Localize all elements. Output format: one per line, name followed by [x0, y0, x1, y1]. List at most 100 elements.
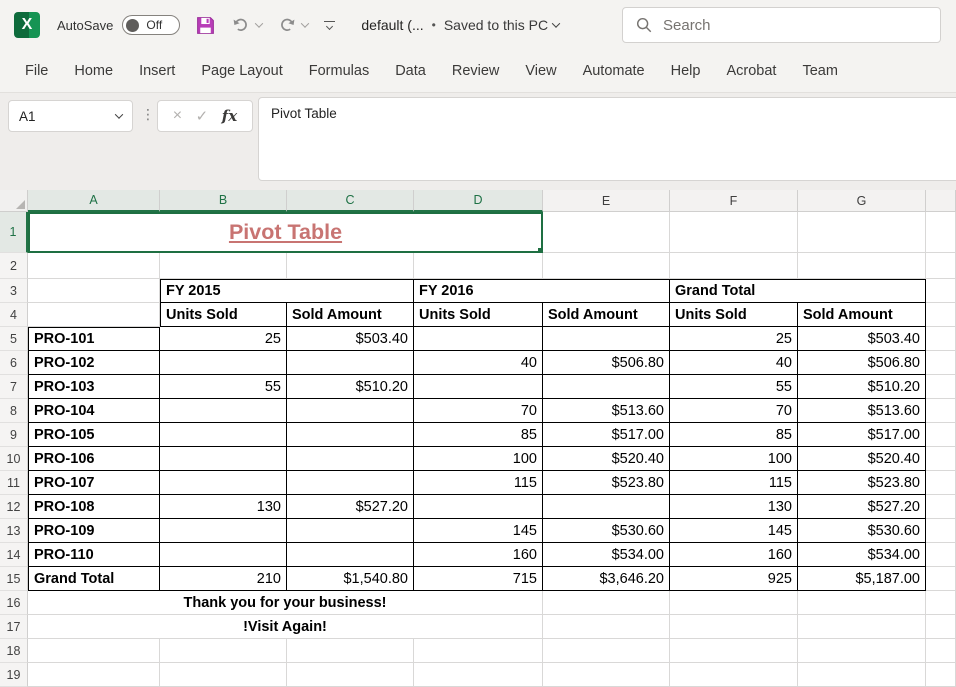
data-cell[interactable]: 115 [670, 471, 798, 495]
sub-header[interactable]: Units Sold [414, 303, 543, 327]
tab-insert[interactable]: Insert [126, 50, 188, 92]
data-cell[interactable]: 25 [160, 327, 287, 351]
undo-button[interactable] [231, 15, 262, 35]
data-cell[interactable]: $530.60 [543, 519, 670, 543]
name-box-chevron-icon[interactable] [115, 110, 123, 118]
data-cell[interactable] [414, 495, 543, 519]
sub-header[interactable]: Sold Amount [543, 303, 670, 327]
cell-a2[interactable] [28, 253, 160, 279]
sub-header[interactable]: Sold Amount [798, 303, 926, 327]
data-cell[interactable]: $517.00 [543, 423, 670, 447]
cell-h1[interactable] [926, 212, 956, 253]
row-label[interactable]: PRO-103 [28, 375, 160, 399]
cell-d18[interactable] [414, 639, 543, 663]
cell-d19[interactable] [414, 663, 543, 687]
data-cell[interactable]: 115 [414, 471, 543, 495]
cell-b19[interactable] [160, 663, 287, 687]
row-label[interactable]: PRO-108 [28, 495, 160, 519]
cell-a19[interactable] [28, 663, 160, 687]
data-cell[interactable] [160, 423, 287, 447]
data-cell[interactable]: 55 [670, 375, 798, 399]
cell-c18[interactable] [287, 639, 414, 663]
name-box[interactable]: A1 [8, 100, 133, 132]
selected-cell-a1[interactable]: Pivot Table [28, 212, 543, 253]
autosave-toggle[interactable]: Off [122, 15, 180, 35]
cell-h15[interactable] [926, 567, 956, 591]
formula-bar-handle-icon[interactable]: ⋮ [141, 106, 155, 123]
cell-g18[interactable] [798, 639, 926, 663]
row-label[interactable]: Grand Total [28, 567, 160, 591]
cell-e17[interactable] [543, 615, 670, 639]
data-cell[interactable]: $3,646.20 [543, 567, 670, 591]
data-cell[interactable] [543, 495, 670, 519]
col-header-c[interactable]: C [287, 190, 414, 212]
data-cell[interactable]: 145 [670, 519, 798, 543]
data-cell[interactable]: 40 [414, 351, 543, 375]
tab-data[interactable]: Data [382, 50, 439, 92]
cell-h12[interactable] [926, 495, 956, 519]
data-cell[interactable]: $510.20 [798, 375, 926, 399]
data-cell[interactable]: 925 [670, 567, 798, 591]
data-cell[interactable]: $517.00 [798, 423, 926, 447]
cell-h18[interactable] [926, 639, 956, 663]
data-cell[interactable]: 70 [414, 399, 543, 423]
cell-h11[interactable] [926, 471, 956, 495]
cell-g16[interactable] [798, 591, 926, 615]
data-cell[interactable]: $520.40 [543, 447, 670, 471]
data-cell[interactable] [160, 447, 287, 471]
row-label[interactable]: PRO-105 [28, 423, 160, 447]
data-cell[interactable]: $520.40 [798, 447, 926, 471]
data-cell[interactable]: 145 [414, 519, 543, 543]
cell-g17[interactable] [798, 615, 926, 639]
data-cell[interactable]: $534.00 [798, 543, 926, 567]
row-header-18[interactable]: 18 [0, 639, 28, 663]
data-cell[interactable]: 100 [414, 447, 543, 471]
data-cell[interactable]: 160 [414, 543, 543, 567]
row-header-5[interactable]: 5 [0, 327, 28, 351]
tab-page-layout[interactable]: Page Layout [188, 50, 295, 92]
cell-g1[interactable] [798, 212, 926, 253]
data-cell[interactable] [287, 423, 414, 447]
row-label[interactable]: PRO-109 [28, 519, 160, 543]
data-cell[interactable]: $510.20 [287, 375, 414, 399]
tab-help[interactable]: Help [658, 50, 714, 92]
cell-h5[interactable] [926, 327, 956, 351]
tab-view[interactable]: View [512, 50, 569, 92]
tab-home[interactable]: Home [61, 50, 126, 92]
data-cell[interactable]: 25 [670, 327, 798, 351]
row-label[interactable]: PRO-110 [28, 543, 160, 567]
customize-toolbar-button[interactable] [324, 21, 335, 29]
saved-status-chevron-icon[interactable] [552, 19, 560, 27]
data-cell[interactable]: 715 [414, 567, 543, 591]
row-header-11[interactable]: 11 [0, 471, 28, 495]
data-cell[interactable]: 210 [160, 567, 287, 591]
cell-a3[interactable] [28, 279, 160, 303]
tab-team[interactable]: Team [789, 50, 850, 92]
data-cell[interactable] [543, 375, 670, 399]
cell-e1[interactable] [543, 212, 670, 253]
row-label[interactable]: PRO-107 [28, 471, 160, 495]
cell-h9[interactable] [926, 423, 956, 447]
row-header-14[interactable]: 14 [0, 543, 28, 567]
row-label[interactable]: PRO-106 [28, 447, 160, 471]
tab-review[interactable]: Review [439, 50, 513, 92]
sub-header[interactable]: Units Sold [670, 303, 798, 327]
data-cell[interactable]: 70 [670, 399, 798, 423]
cell-b18[interactable] [160, 639, 287, 663]
row-header-2[interactable]: 2 [0, 253, 28, 279]
data-cell[interactable]: $527.20 [287, 495, 414, 519]
enter-button-icon[interactable]: ✓ [196, 107, 209, 125]
cell-g19[interactable] [798, 663, 926, 687]
cell-h7[interactable] [926, 375, 956, 399]
cell-b2[interactable] [160, 253, 287, 279]
data-cell[interactable]: $503.40 [287, 327, 414, 351]
data-cell[interactable]: $523.80 [798, 471, 926, 495]
row-label[interactable]: PRO-104 [28, 399, 160, 423]
cell-a4[interactable] [28, 303, 160, 327]
cell-h3[interactable] [926, 279, 956, 303]
data-cell[interactable]: 130 [160, 495, 287, 519]
data-cell[interactable]: $506.80 [798, 351, 926, 375]
cell-e16[interactable] [543, 591, 670, 615]
data-cell[interactable]: 100 [670, 447, 798, 471]
cell-g2[interactable] [798, 253, 926, 279]
